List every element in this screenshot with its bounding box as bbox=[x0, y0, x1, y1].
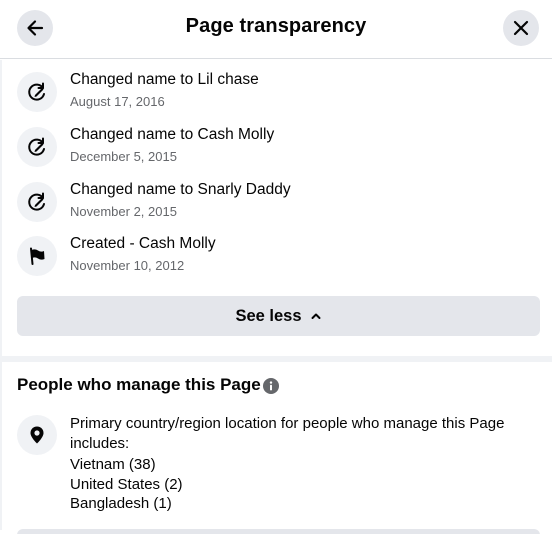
dialog-header: Page transparency bbox=[0, 0, 552, 59]
history-item: Changed name to Snarly Daddy November 2,… bbox=[17, 180, 537, 224]
history-date: November 10, 2012 bbox=[70, 258, 185, 273]
scroll-edge bbox=[0, 60, 2, 530]
dialog-title: Page transparency bbox=[185, 15, 367, 37]
chevron-up-icon bbox=[310, 310, 322, 322]
history-item: Created - Cash Molly November 10, 2012 bbox=[17, 234, 537, 278]
location-description: Primary country/region location for peop… bbox=[70, 415, 505, 452]
country-item: Bangladesh (1) bbox=[70, 495, 172, 512]
see-less-button[interactable]: See less bbox=[17, 296, 540, 336]
location-pin-icon bbox=[17, 415, 57, 455]
close-button[interactable] bbox=[503, 10, 539, 46]
edit-name-icon bbox=[17, 182, 57, 222]
country-item: Vietnam (38) bbox=[70, 456, 156, 473]
country-list: Vietnam (38) United States (2) Banglades… bbox=[70, 455, 183, 514]
close-icon bbox=[513, 20, 529, 36]
history-title: Changed name to Cash Molly bbox=[70, 126, 275, 143]
flag-icon bbox=[17, 236, 57, 276]
history-date: December 5, 2015 bbox=[70, 149, 177, 164]
history-date: August 17, 2016 bbox=[70, 94, 165, 109]
section-divider bbox=[0, 356, 552, 362]
edit-name-icon bbox=[17, 72, 57, 112]
history-title: Changed name to Snarly Daddy bbox=[70, 181, 291, 198]
managers-section-title: People who manage this Page bbox=[17, 375, 261, 394]
history-item: Changed name to Cash Molly December 5, 2… bbox=[17, 125, 537, 169]
info-icon[interactable] bbox=[263, 378, 279, 394]
see-less-label: See less bbox=[235, 306, 302, 325]
history-title: Created - Cash Molly bbox=[70, 235, 216, 252]
history-date: November 2, 2015 bbox=[70, 204, 177, 219]
history-title: Changed name to Lil chase bbox=[70, 71, 259, 88]
partial-button[interactable] bbox=[17, 529, 540, 534]
country-item: United States (2) bbox=[70, 475, 183, 493]
edit-name-icon bbox=[17, 127, 57, 167]
history-item: Changed name to Lil chase August 17, 201… bbox=[17, 70, 537, 114]
